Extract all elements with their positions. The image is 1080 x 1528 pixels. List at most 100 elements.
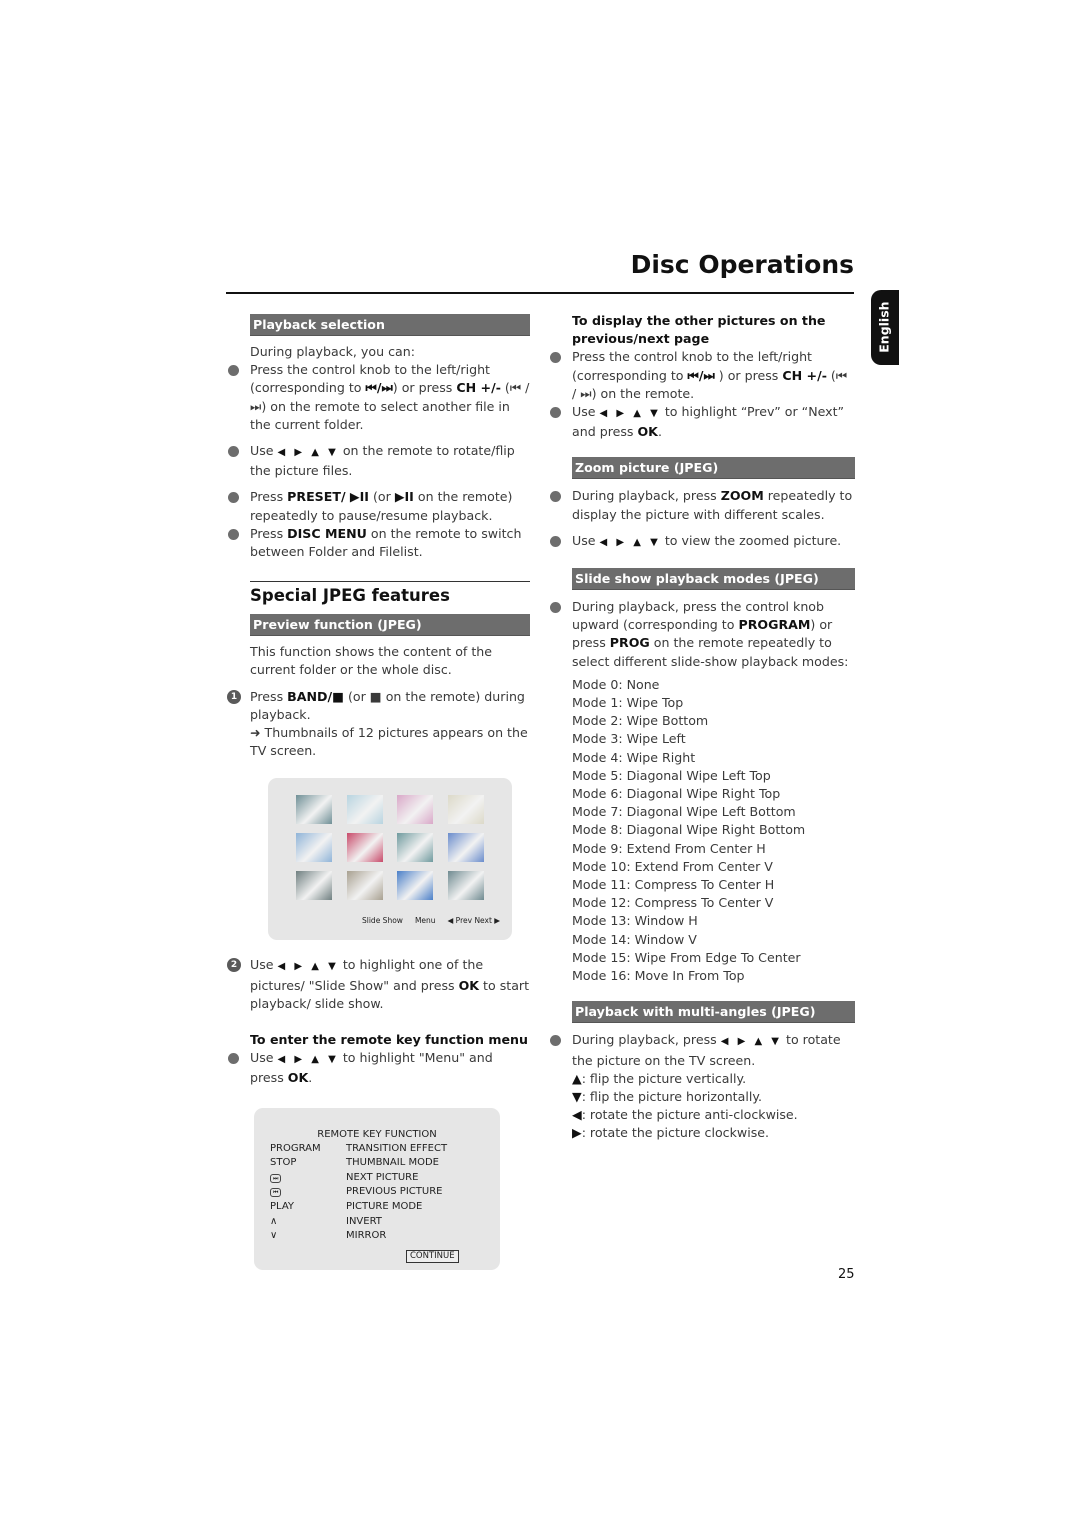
list-item: Press the control knob to the left/right… <box>550 348 855 403</box>
thumbnail-image <box>397 795 433 825</box>
action-rotate-ccw: ◀: rotate the picture anti-clockwise. <box>572 1107 798 1123</box>
bullet-icon <box>550 491 561 503</box>
slideshow-mode-item: Mode 7: Diagonal Wipe Left Bottom <box>572 804 796 820</box>
next-track-icon: ⏭ <box>270 1173 282 1183</box>
down-arrow-icon: ▼ <box>572 1088 582 1104</box>
multiangle-actions: ▲: flip the picture vertically. ▼: flip … <box>572 1070 855 1143</box>
thumbnail-image <box>346 795 383 825</box>
page-number: 25 <box>838 1267 855 1282</box>
action-flip-vertical: ▲: flip the picture vertically. <box>572 1070 747 1086</box>
up-icon: ∧ <box>270 1215 278 1227</box>
prev-track-icon: ⏮ <box>270 1188 282 1198</box>
remote-key-function-screen: REMOTE KEY FUNCTION PROGRAM TRANSITION EF… <box>254 1107 500 1270</box>
slideshow-mode-item: Mode 3: Wipe Left <box>572 731 686 747</box>
bullet-icon <box>550 535 561 547</box>
menu-option: Menu <box>414 916 436 926</box>
slideshow-mode-item: Mode 9: Extend From Center H <box>572 840 766 856</box>
slideshow-mode-item: Mode 16: Move In From Top <box>572 968 745 984</box>
list-item: Use ◀ ▶ ▲ ▼ on the remote to rotate/flip… <box>228 442 530 480</box>
thumbnail-image <box>447 871 484 901</box>
section-heading-slideshow: Slide show playback modes (JPEG) <box>572 568 855 591</box>
slideshow-mode-item: Mode 15: Wipe From Edge To Center <box>572 949 801 965</box>
slideshow-mode-item: Mode 14: Window V <box>572 931 697 947</box>
slideshow-mode-item: Mode 2: Wipe Bottom <box>572 713 709 729</box>
table-row: PLAY PICTURE MODE <box>270 1201 423 1213</box>
other-pictures-heading: To display the other pictures on the pre… <box>572 313 826 347</box>
list-item: Use ◀ ▶ ▲ ▼ to highlight “Prev” or “Next… <box>550 403 855 441</box>
slideshow-mode-item: Mode 13: Window H <box>572 913 698 929</box>
slideshow-mode-item: Mode 1: Wipe Top <box>572 695 684 711</box>
thumbnail-screen: Slide Show Menu ◀ Prev Next ▶ <box>268 778 512 941</box>
page-title: Disc Operations <box>630 250 854 279</box>
bullet-icon <box>550 407 561 419</box>
right-arrow-icon: ▶ <box>572 1125 582 1141</box>
left-arrow-icon: ◀ <box>572 1107 582 1123</box>
bullet-icon <box>228 446 239 458</box>
table-row: ∨ MIRROR <box>270 1229 447 1244</box>
list-item: Press the control knob to the left/right… <box>228 361 530 434</box>
remote-key-title: REMOTE KEY FUNCTION <box>317 1128 437 1140</box>
thumbnail-image <box>296 795 332 825</box>
bullet-icon <box>228 528 239 540</box>
list-item: During playback, press the control knob … <box>550 598 855 671</box>
slideshow-mode-item: Mode 8: Diagonal Wipe Right Bottom <box>572 822 806 838</box>
section-title-special-jpeg: Special JPEG features <box>250 586 450 606</box>
right-column: To display the other pictures on the pre… <box>550 312 855 1143</box>
step-1-result: ➜ Thumbnails of 12 pictures appears on t… <box>250 725 528 759</box>
action-flip-horizontal: ▼: flip the picture horizontally. <box>572 1088 762 1104</box>
playback-intro: During playback, you can: <box>250 344 415 359</box>
slideshow-mode-item: Mode 0: None <box>572 676 660 692</box>
slide-show-option: Slide Show <box>362 916 403 926</box>
step-2: 2 Use ◀ ▶ ▲ ▼ to highlight one of the pi… <box>227 956 530 1013</box>
table-row: ⏭ NEXT PICTURE <box>270 1171 447 1186</box>
bullet-icon <box>550 352 561 364</box>
list-item: During playback, press ◀ ▶ ▲ ▼ to rotate… <box>550 1031 855 1069</box>
step-1: 1 Press BAND/■ (or ■ on the remote) duri… <box>227 688 530 761</box>
thumbnail-image <box>346 833 383 863</box>
section-heading-multiangle: Playback with multi-angles (JPEG) <box>572 1001 855 1024</box>
list-item: Press PRESET/ ▶II (or ▶II on the remote)… <box>228 488 530 524</box>
thumbnail-image <box>296 871 332 901</box>
arrow-keys-icon: ◀ ▶ ▲ ▼ <box>599 408 661 420</box>
step-number-icon: 1 <box>227 689 241 704</box>
action-rotate-cw: ▶: rotate the picture clockwise. <box>572 1125 770 1141</box>
list-item: Use ◀ ▶ ▲ ▼ to highlight "Menu" and pres… <box>228 1049 530 1087</box>
section-heading-zoom: Zoom picture (JPEG) <box>572 457 855 480</box>
left-column: Playback selection During playback, you … <box>227 314 530 1270</box>
section-heading-playback-selection: Playback selection <box>250 314 530 336</box>
thumbnail-image <box>397 871 433 901</box>
table-row: ∧ INVERT <box>270 1215 447 1230</box>
list-item: Use ◀ ▶ ▲ ▼ to view the zoomed picture. <box>550 532 855 552</box>
slideshow-mode-item: Mode 4: Wipe Right <box>572 749 696 765</box>
thumbnail-grid <box>296 795 484 901</box>
language-tab-label: English <box>876 301 892 354</box>
table-row: STOP THUMBNAIL MODE <box>270 1157 439 1169</box>
bullet-icon <box>550 602 561 614</box>
list-item: Press DISC MENU on the remote to switch … <box>228 525 530 561</box>
play-pause-icon: ▶II <box>394 489 414 505</box>
down-icon: ∨ <box>270 1230 278 1242</box>
arrow-keys-icon: ◀ ▶ ▲ ▼ <box>277 447 339 459</box>
slideshow-mode-item: Mode 10: Extend From Center V <box>572 858 773 874</box>
slideshow-mode-item: Mode 6: Diagonal Wipe Right Top <box>572 786 781 802</box>
language-tab: English <box>871 290 899 365</box>
arrow-keys-icon: ◀ ▶ ▲ ▼ <box>599 536 661 548</box>
slideshow-mode-list: Mode 0: None Mode 1: Wipe Top Mode 2: Wipe… <box>572 676 855 985</box>
table-row: PROGRAM TRANSITION EFFECT <box>270 1142 448 1154</box>
section-rule <box>250 581 530 583</box>
prev-option: ◀ Prev <box>447 916 473 926</box>
title-rule <box>226 292 854 294</box>
slideshow-mode-item: Mode 5: Diagonal Wipe Left Top <box>572 767 771 783</box>
thumbnail-image <box>447 833 484 863</box>
slideshow-mode-item: Mode 11: Compress To Center H <box>572 877 775 893</box>
thumbnail-image <box>296 833 332 863</box>
thumbnail-image <box>397 833 433 863</box>
preview-intro: This function shows the content of the c… <box>250 644 492 678</box>
arrow-keys-icon: ◀ ▶ ▲ ▼ <box>720 1036 783 1048</box>
bullet-icon <box>228 492 239 504</box>
table-row: ⏮ PREVIOUS PICTURE <box>270 1185 447 1200</box>
continue-button: CONTINUE <box>406 1249 459 1263</box>
step-number-icon: 2 <box>227 958 241 973</box>
arrow-keys-icon: ◀ ▶ ▲ ▼ <box>277 961 339 973</box>
thumbnail-nav: Slide Show Menu ◀ Prev Next ▶ <box>362 912 500 930</box>
